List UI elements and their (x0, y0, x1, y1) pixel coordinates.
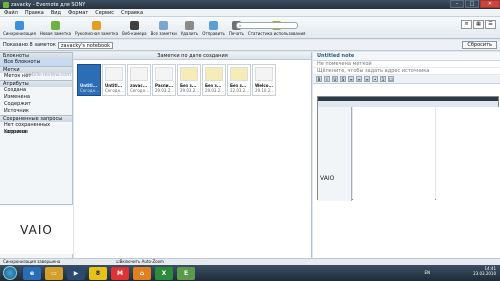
saved-searches-header[interactable]: Сохраненные запросы (0, 115, 72, 122)
attribute-source[interactable]: Источник (0, 108, 72, 115)
no-saved-searches: Нет сохраненных запросов (4, 122, 51, 135)
align-right-icon[interactable]: ≡ (364, 76, 370, 82)
note-card[interactable]: Распи... 29.03.2... (152, 64, 176, 96)
bold-icon[interactable]: B (316, 76, 322, 82)
note-card[interactable]: zavac... Сегодн... (127, 64, 151, 96)
title-bar: zavacky - Evernote для SONY – □ ✕ (0, 0, 500, 9)
menu-help[interactable]: Справка (121, 10, 143, 16)
format-toolbar: B I U S ≡ ≡ ≡ • 1 ☐ (313, 75, 500, 84)
sync-button[interactable]: Синхронизация (3, 21, 36, 36)
app-window: zavacky - Evernote для SONY – □ ✕ Файл П… (0, 0, 500, 265)
new-note-icon (50, 21, 60, 30)
note-list: Заметки по дате создания Untitl... Сегодн… (74, 52, 312, 258)
notebook-filter[interactable]: zavacky's notebook (57, 41, 114, 49)
note-list-header[interactable]: Заметки по дате создания (74, 52, 311, 60)
watermark: mobile-review.com (24, 72, 72, 78)
note-card[interactable]: Без з... 29.03.2... (202, 64, 226, 96)
note-editor: Untitled note Не помечена меткой Щёлкнит… (313, 52, 500, 258)
evernote-icon (3, 1, 9, 8)
send-button[interactable]: Отправить (202, 21, 225, 36)
list-view-button[interactable]: ≡ (461, 20, 472, 29)
menu-file[interactable]: Файл (4, 10, 18, 16)
note-card[interactable]: Welco... 29.10.2... (252, 64, 276, 96)
bullet-list-icon[interactable]: • (372, 76, 378, 82)
align-center-icon[interactable]: ≡ (356, 76, 362, 82)
taskbar-excel[interactable]: X (155, 266, 173, 280)
attribute-modified[interactable]: Изменена (0, 94, 72, 101)
taskbar: e ▭ ▶ 8 M ⌂ X E EN 14:41 23.03.2010 (0, 265, 500, 281)
taskbar-evernote[interactable]: E (177, 266, 195, 280)
sidebar: Блокноты Все блокноты Метки Меток нет Ат… (0, 52, 73, 258)
pen-icon (92, 21, 102, 30)
status-bar: Синхронизация завершена ☑ Включить Auto-… (0, 258, 500, 265)
note-source-field[interactable]: Щёлкните, чтобы задать адрес источника (313, 68, 500, 75)
taskbar-office[interactable]: ⌂ (133, 266, 151, 280)
notebooks-header[interactable]: Блокноты (0, 52, 72, 59)
status-text: Синхронизация завершена (3, 259, 61, 264)
attributes-header[interactable]: Атрибуты (0, 80, 72, 87)
toolbar: Синхронизация Новая заметка Рукописная з… (0, 17, 500, 39)
sidebar-item-trash[interactable]: Корзина (0, 129, 72, 136)
vaio-logo: VAIO (0, 204, 73, 254)
minimize-button[interactable]: – (450, 0, 464, 8)
note-title-field[interactable]: Untitled note (313, 52, 500, 61)
notes-icon (159, 21, 169, 30)
window-title: zavacky - Evernote для SONY (11, 1, 86, 8)
taskbar-explorer[interactable]: ▭ (45, 266, 63, 280)
taskbar-media[interactable]: ▶ (67, 266, 85, 280)
sidebar-item-all-notebooks[interactable]: Все блокноты (0, 59, 72, 66)
mail-icon (209, 21, 219, 30)
webcam-button[interactable]: Веб-камера (122, 21, 147, 36)
menu-edit[interactable]: Правка (25, 10, 44, 16)
note-tags-field[interactable]: Не помечена меткой (313, 61, 500, 68)
menu-bar: Файл Правка Вид Формат Сервис Справка (0, 9, 500, 17)
new-note-button[interactable]: Новая заметка (40, 21, 71, 36)
search-icon: ⌕ (239, 23, 242, 28)
thumbnail-view-button[interactable]: ▦ (473, 20, 484, 29)
menu-view[interactable]: Вид (51, 10, 61, 16)
note-card[interactable]: Untitl... Сегодн... (77, 64, 101, 96)
italic-icon[interactable]: I (324, 76, 330, 82)
taskbar-ie[interactable]: e (23, 266, 41, 280)
reset-button[interactable]: Сбросить (462, 41, 497, 49)
maximize-button[interactable]: □ (465, 0, 479, 8)
clock[interactable]: 14:41 23.03.2010 (473, 266, 496, 276)
search-input[interactable]: ⌕ (236, 22, 298, 29)
sync-icon (14, 21, 24, 30)
attribute-contains[interactable]: Содержит (0, 101, 72, 108)
strike-icon[interactable]: S (340, 76, 346, 82)
ink-note-button[interactable]: Рукописная заметка (75, 21, 118, 36)
underline-icon[interactable]: U (332, 76, 338, 82)
note-card[interactable]: Untitl... Сегодн... (102, 64, 126, 96)
taskbar-mobile[interactable]: M (111, 266, 129, 280)
start-button[interactable] (3, 266, 17, 280)
detail-view-button[interactable]: ☰ (485, 20, 496, 29)
webcam-icon (129, 21, 139, 30)
all-notes-button[interactable]: Все заметки (151, 21, 177, 36)
number-list-icon[interactable]: 1 (380, 76, 386, 82)
trash-icon (184, 21, 194, 30)
note-card[interactable]: Без з... 22.03.2... (227, 64, 251, 96)
menu-tools[interactable]: Сервис (95, 10, 114, 16)
checkbox-icon[interactable]: ☐ (388, 76, 394, 82)
filter-bar: Показано 8 заметок zavacky's notebook Сб… (0, 40, 500, 51)
screenshot-vaio-logo: VAIO (320, 175, 335, 182)
note-card[interactable]: Без з... 29.03.2... (177, 64, 201, 96)
note-screenshot-image: VAIO (317, 96, 499, 201)
attribute-created[interactable]: Создана (0, 87, 72, 94)
close-button[interactable]: ✕ (480, 0, 500, 8)
menu-format[interactable]: Формат (68, 10, 88, 16)
align-left-icon[interactable]: ≡ (348, 76, 354, 82)
delete-button[interactable]: Удалить (181, 21, 198, 36)
notes-count: Показано 8 заметок (3, 42, 56, 48)
language-indicator[interactable]: EN (424, 270, 430, 275)
taskbar-yandex[interactable]: 8 (89, 266, 107, 280)
